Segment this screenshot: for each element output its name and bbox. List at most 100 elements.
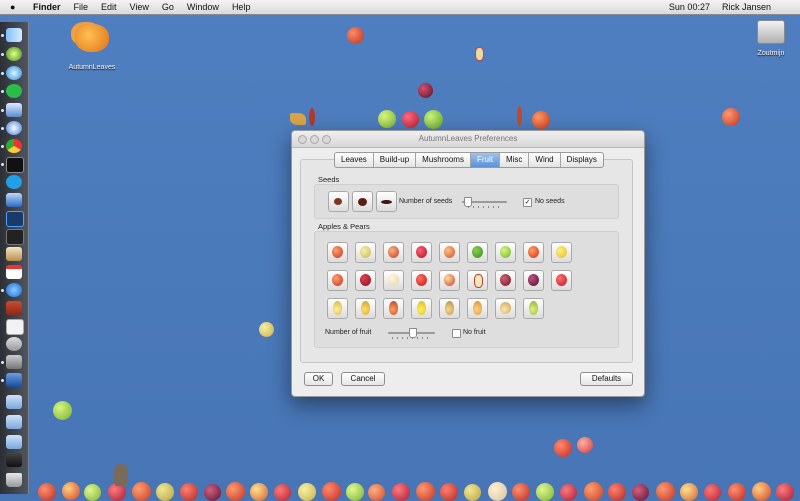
autumnleaves-desktop-icon[interactable]: AutumnLeaves bbox=[64, 24, 120, 71]
menu-finder[interactable]: Finder bbox=[33, 0, 61, 14]
apple-icon bbox=[368, 484, 385, 501]
fruit-button[interactable] bbox=[355, 270, 376, 291]
seeds-slider[interactable] bbox=[462, 197, 507, 208]
menu-window[interactable]: Window bbox=[187, 0, 219, 14]
apple-core-icon bbox=[475, 47, 484, 61]
pear-icon bbox=[529, 301, 538, 315]
menu-edit[interactable]: Edit bbox=[101, 0, 117, 14]
tab-mushrooms[interactable]: Mushrooms bbox=[415, 153, 470, 167]
user-menu[interactable]: Rick Jansen bbox=[722, 0, 771, 14]
title-bar[interactable]: AutumnLeaves Preferences bbox=[292, 131, 644, 148]
fruit-button[interactable] bbox=[551, 242, 572, 263]
menu-help[interactable]: Help bbox=[232, 0, 251, 14]
defaults-button[interactable]: Defaults bbox=[580, 372, 633, 386]
fruit-button[interactable] bbox=[495, 242, 516, 263]
apple-icon bbox=[444, 274, 455, 286]
textedit-icon[interactable] bbox=[6, 319, 24, 335]
apple-icon bbox=[62, 482, 80, 500]
running-indicator-icon bbox=[1, 145, 4, 148]
fruit-button[interactable] bbox=[411, 242, 432, 263]
skype-icon[interactable] bbox=[6, 175, 22, 189]
fruit-button[interactable] bbox=[495, 270, 516, 291]
fruit-button[interactable] bbox=[495, 298, 516, 319]
fruit-button[interactable] bbox=[523, 298, 544, 319]
fruit-button[interactable] bbox=[439, 242, 460, 263]
cat-icon bbox=[114, 464, 128, 486]
chrome-icon[interactable] bbox=[6, 139, 22, 153]
downloads-stack-icon[interactable] bbox=[6, 453, 22, 467]
seed-button-1[interactable] bbox=[328, 191, 349, 212]
fruit-button[interactable] bbox=[551, 270, 572, 291]
fruit-button[interactable] bbox=[355, 242, 376, 263]
ok-button[interactable]: OK bbox=[304, 372, 333, 386]
fruit-button[interactable] bbox=[523, 242, 544, 263]
pear-icon bbox=[445, 301, 454, 315]
fruit-button[interactable] bbox=[467, 298, 488, 319]
fruit-button[interactable] bbox=[523, 270, 544, 291]
tab-displays[interactable]: Displays bbox=[559, 153, 603, 167]
calendar-icon[interactable] bbox=[6, 265, 22, 279]
fruit-button[interactable] bbox=[411, 270, 432, 291]
fruit-button[interactable] bbox=[439, 298, 460, 319]
fruit-button[interactable] bbox=[355, 298, 376, 319]
activity-monitor-icon[interactable] bbox=[6, 229, 24, 245]
tab-build-up[interactable]: Build-up bbox=[372, 153, 415, 167]
itunes-icon[interactable] bbox=[6, 66, 22, 80]
no-seeds-label: No seeds bbox=[535, 198, 565, 205]
menu-view[interactable]: View bbox=[130, 0, 149, 14]
pear-icon bbox=[500, 302, 511, 314]
fruit-button[interactable] bbox=[327, 242, 348, 263]
apple-menu-icon[interactable]: ● bbox=[10, 0, 15, 14]
fruit-button[interactable] bbox=[467, 270, 488, 291]
running-indicator-icon bbox=[1, 109, 4, 112]
network-icon[interactable] bbox=[6, 355, 22, 369]
xcode-icon[interactable] bbox=[6, 193, 22, 207]
tab-wind[interactable]: Wind bbox=[528, 153, 559, 167]
dashboard-icon[interactable] bbox=[6, 47, 22, 61]
terminal-icon[interactable] bbox=[6, 157, 24, 173]
menu-file[interactable]: File bbox=[74, 0, 89, 14]
no-fruit-checkbox[interactable] bbox=[452, 329, 461, 338]
fruit-button[interactable] bbox=[467, 242, 488, 263]
spotify-icon[interactable] bbox=[6, 84, 22, 98]
app-store-icon[interactable] bbox=[6, 283, 22, 297]
fruit-button[interactable] bbox=[383, 242, 404, 263]
keychain-icon[interactable] bbox=[6, 337, 22, 351]
safari-icon[interactable] bbox=[6, 121, 22, 135]
folder-icon[interactable] bbox=[6, 435, 22, 449]
apple-icon bbox=[532, 111, 550, 129]
mail-icon[interactable] bbox=[6, 103, 22, 117]
tab-leaves[interactable]: Leaves bbox=[335, 153, 373, 167]
tab-fruit[interactable]: Fruit bbox=[469, 153, 499, 167]
fruit-button[interactable] bbox=[383, 270, 404, 291]
clock[interactable]: Sun 00:27 bbox=[669, 0, 710, 14]
no-fruit-label: No fruit bbox=[463, 329, 486, 336]
pear-icon bbox=[389, 301, 398, 315]
fruit-slider[interactable] bbox=[388, 328, 435, 339]
autumnleaves-dock-icon[interactable] bbox=[6, 373, 22, 387]
apple-icon bbox=[84, 484, 101, 501]
folder-icon[interactable] bbox=[6, 395, 22, 409]
seed-button-3[interactable] bbox=[376, 191, 397, 212]
seed-icon bbox=[334, 198, 342, 205]
drive-desktop-icon[interactable]: Zoutmijn bbox=[748, 20, 794, 57]
fruit-button[interactable] bbox=[439, 270, 460, 291]
trash-icon[interactable] bbox=[6, 473, 22, 487]
folder-icon[interactable] bbox=[6, 415, 22, 429]
menu-go[interactable]: Go bbox=[162, 0, 174, 14]
apple-icon bbox=[132, 482, 151, 501]
seed-button-2[interactable] bbox=[352, 191, 373, 212]
seeds-section-label: Seeds bbox=[318, 175, 340, 184]
preview-icon[interactable] bbox=[6, 247, 22, 261]
cancel-button[interactable]: Cancel bbox=[341, 372, 385, 386]
photoshop-icon[interactable] bbox=[6, 211, 24, 227]
finder-icon[interactable] bbox=[6, 28, 22, 42]
fruit-button[interactable] bbox=[327, 298, 348, 319]
fruit-button[interactable] bbox=[411, 298, 432, 319]
photo-booth-icon[interactable] bbox=[6, 301, 22, 315]
fruit-button[interactable] bbox=[327, 270, 348, 291]
apple-icon bbox=[512, 483, 530, 501]
no-seeds-checkbox[interactable]: ✓ bbox=[523, 198, 532, 207]
tab-misc[interactable]: Misc bbox=[498, 153, 528, 167]
fruit-button[interactable] bbox=[383, 298, 404, 319]
